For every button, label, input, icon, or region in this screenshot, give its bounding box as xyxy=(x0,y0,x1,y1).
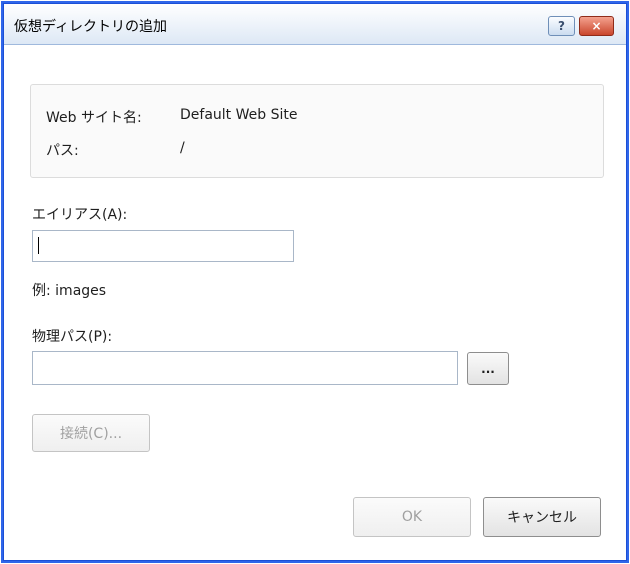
help-icon: ? xyxy=(558,19,565,33)
alias-label: エイリアス(A): xyxy=(32,207,128,223)
dialog-title: 仮想ディレクトリの追加 xyxy=(14,19,168,35)
close-button[interactable]: × xyxy=(579,16,614,36)
physical-path-label: 物理パス(P): xyxy=(32,329,113,345)
physical-path-input[interactable] xyxy=(32,351,458,385)
browse-button[interactable]: ... xyxy=(467,352,509,385)
ok-button[interactable]: OK xyxy=(353,497,471,537)
site-name-label: Web サイト名: xyxy=(46,110,142,126)
path-label: パス: xyxy=(46,143,79,159)
text-caret xyxy=(38,237,39,254)
cancel-button-label: キャンセル xyxy=(507,510,577,526)
help-button[interactable]: ? xyxy=(548,16,575,36)
connect-as-button-label: 接続(C)... xyxy=(59,426,123,442)
add-virtual-directory-dialog: 仮想ディレクトリの追加 ? × Web サイト名: Default Web Si… xyxy=(3,3,627,561)
connect-as-button[interactable]: 接続(C)... xyxy=(32,414,150,452)
close-icon: × xyxy=(591,19,602,33)
cancel-button[interactable]: キャンセル xyxy=(483,497,601,537)
alias-input[interactable] xyxy=(32,230,294,262)
path-value: / xyxy=(180,140,185,156)
title-bar: 仮想ディレクトリの追加 ? × xyxy=(4,4,626,45)
alias-example: 例: images xyxy=(32,283,107,299)
ok-button-label: OK xyxy=(401,509,423,525)
site-name-value: Default Web Site xyxy=(180,107,298,123)
browse-button-label: ... xyxy=(481,361,495,376)
site-info-panel: Web サイト名: Default Web Site パス: / xyxy=(30,84,604,178)
